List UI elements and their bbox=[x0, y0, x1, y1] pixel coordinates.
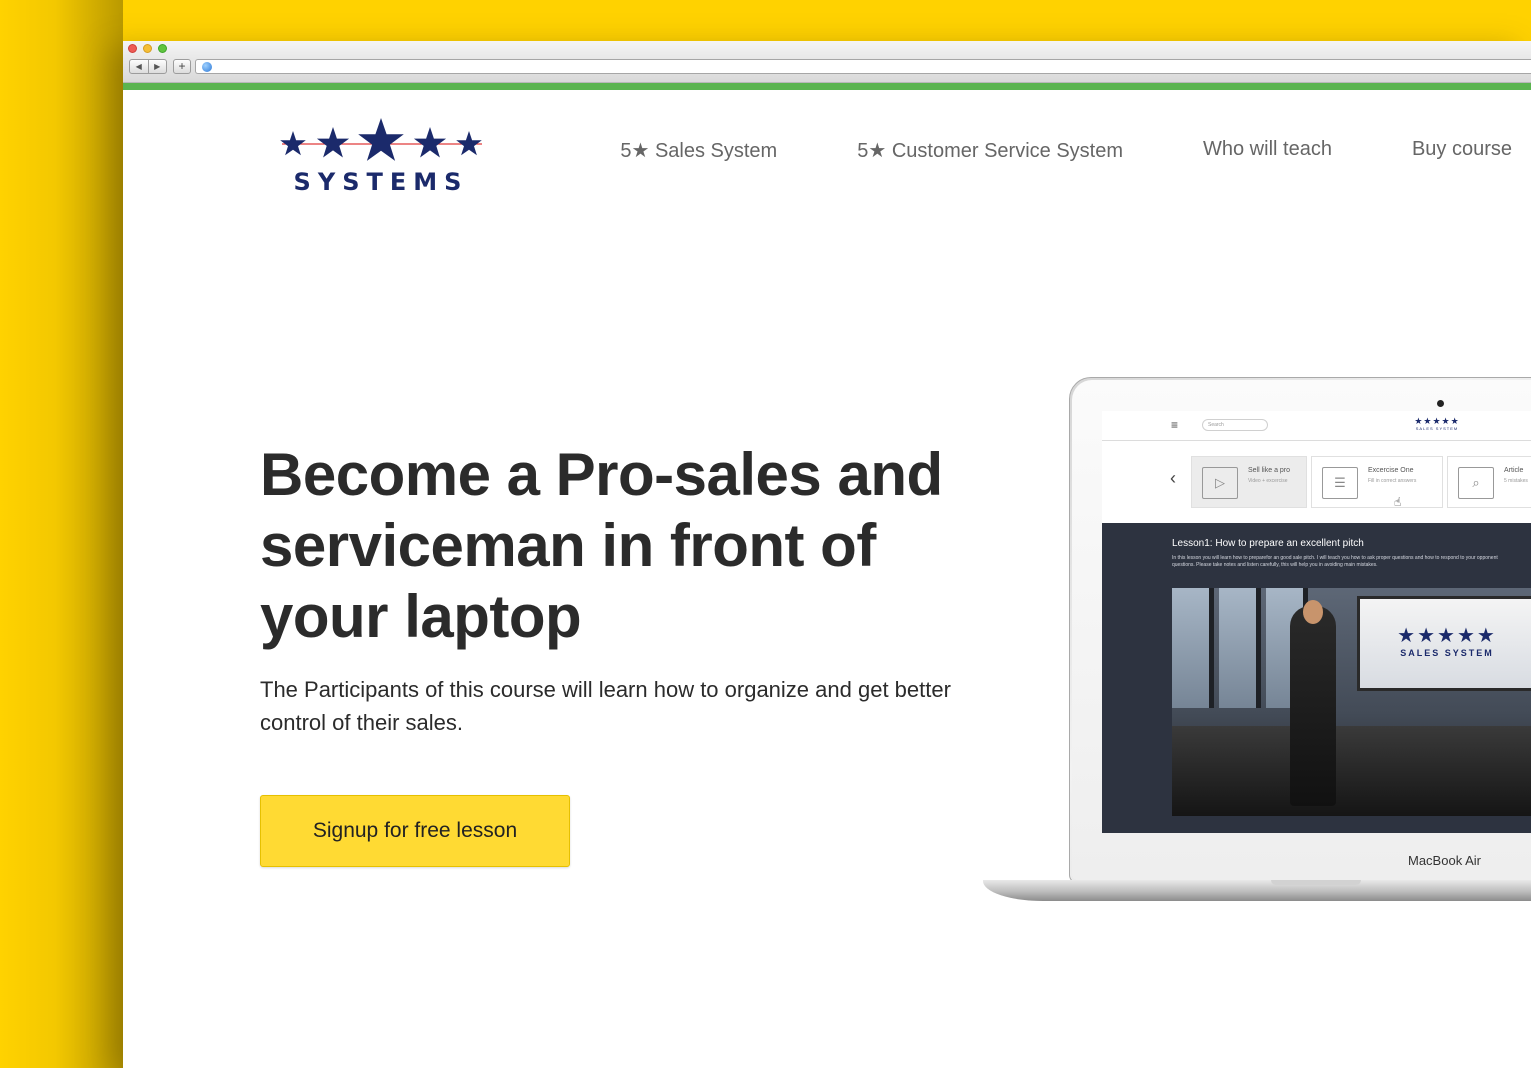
lesson-card-subtitle: 5 mistakes bbox=[1504, 478, 1528, 484]
nav-buy-course[interactable]: Buy course bbox=[1412, 138, 1512, 163]
video-icon: ▷ bbox=[1202, 467, 1238, 499]
app-search-field: Search bbox=[1202, 419, 1268, 431]
desk-shadow bbox=[0, 0, 123, 1068]
new-tab-button[interactable]: + bbox=[173, 59, 191, 74]
logo-text: SYSTEMS bbox=[293, 168, 469, 196]
laptop-brand-label: MacBook Air bbox=[1408, 853, 1481, 868]
nav-who-will-teach[interactable]: Who will teach bbox=[1203, 138, 1332, 163]
hand-cursor-icon: ☝ bbox=[1394, 495, 1402, 509]
video-floor bbox=[1172, 726, 1531, 816]
minimize-window-icon[interactable] bbox=[143, 44, 152, 53]
app-logo-text: SALES SYSTEM bbox=[1415, 426, 1459, 431]
app-logo-stars-icon: ★★★★★ bbox=[1414, 416, 1460, 426]
lesson-card-title: Article bbox=[1504, 467, 1524, 474]
video-window-panel bbox=[1172, 588, 1214, 708]
laptop-base bbox=[983, 880, 1531, 901]
lesson-card-title: Sell like a pro bbox=[1248, 467, 1291, 474]
signup-free-lesson-button[interactable]: Signup for free lesson bbox=[260, 795, 570, 867]
lesson-card-title: Excercise One bbox=[1368, 467, 1414, 474]
video-screen-stars-icon: ★★★★★ bbox=[1397, 625, 1497, 647]
app-header: ≡ Search ★★★★★ SALES SYSTEM bbox=[1102, 411, 1531, 441]
lesson-card-subtitle: Video + excercise bbox=[1248, 478, 1288, 484]
menu-icon: ≡ bbox=[1171, 418, 1179, 432]
presenter-head bbox=[1303, 600, 1323, 624]
browser-chrome: ◀ ▶ + bbox=[123, 41, 1531, 83]
lesson-description: In this lesson you will learn how to pre… bbox=[1172, 555, 1498, 568]
book-icon: ☰ bbox=[1322, 467, 1358, 499]
hero-title: Become a Pro-sales and serviceman in fro… bbox=[260, 441, 943, 650]
lesson-card: ☰ Excercise One Fill in correct answers bbox=[1311, 456, 1443, 508]
nav-sales-system[interactable]: 5★ Sales System bbox=[620, 138, 777, 163]
laptop-screen: ≡ Search ★★★★★ SALES SYSTEM ‹ ▷ Sell lik… bbox=[1102, 411, 1531, 833]
lesson-content: Lesson1: How to prepare an excellent pit… bbox=[1102, 523, 1531, 833]
video-screen-panel: ★★★★★ SALES SYSTEM bbox=[1357, 596, 1531, 691]
hero-subtitle: The Participants of this course will lea… bbox=[260, 677, 951, 735]
address-bar[interactable] bbox=[195, 59, 1531, 74]
lesson-carousel: ‹ ▷ Sell like a pro Video + excercise ☰ … bbox=[1102, 442, 1531, 523]
browser-window: ◀ ▶ + SYSTEMS 5★ Sales System 5★ Custome… bbox=[123, 41, 1531, 1068]
video-window-panel bbox=[1219, 588, 1261, 708]
lesson-card: ▷ Sell like a pro Video + excercise bbox=[1191, 456, 1307, 508]
lesson-title: Lesson1: How to prepare an excellent pit… bbox=[1172, 538, 1364, 549]
history-buttons: ◀ ▶ bbox=[129, 59, 167, 74]
main-nav: 5★ Sales System 5★ Customer Service Syst… bbox=[620, 138, 1531, 163]
zoom-window-icon[interactable] bbox=[158, 44, 167, 53]
accent-bar bbox=[123, 83, 1531, 90]
close-window-icon[interactable] bbox=[128, 44, 137, 53]
site-logo[interactable]: SYSTEMS bbox=[277, 118, 487, 198]
back-arrow-icon[interactable]: ◀ bbox=[130, 60, 149, 73]
laptop-mockup: MacBook Air ≡ Search ★★★★★ SALES SYSTEM … bbox=[983, 377, 1531, 907]
video-screen-text: SALES SYSTEM bbox=[1400, 648, 1494, 658]
lesson-card: ⌕ Article 5 mistakes bbox=[1447, 456, 1531, 508]
presenter-figure bbox=[1290, 606, 1336, 806]
logo-stars-icon bbox=[280, 118, 482, 161]
lesson-video: ★★★★★ SALES SYSTEM bbox=[1172, 588, 1531, 816]
search-doc-icon: ⌕ bbox=[1458, 467, 1494, 499]
app-logo: ★★★★★ SALES SYSTEM bbox=[1407, 416, 1467, 431]
camera-icon bbox=[1437, 400, 1444, 407]
nav-customer-service-system[interactable]: 5★ Customer Service System bbox=[857, 138, 1123, 163]
chevron-left-icon: ‹ bbox=[1170, 468, 1176, 488]
globe-icon bbox=[202, 62, 212, 72]
forward-arrow-icon[interactable]: ▶ bbox=[149, 60, 167, 73]
laptop-notch bbox=[1271, 880, 1361, 885]
lesson-card-subtitle: Fill in correct answers bbox=[1368, 478, 1417, 484]
